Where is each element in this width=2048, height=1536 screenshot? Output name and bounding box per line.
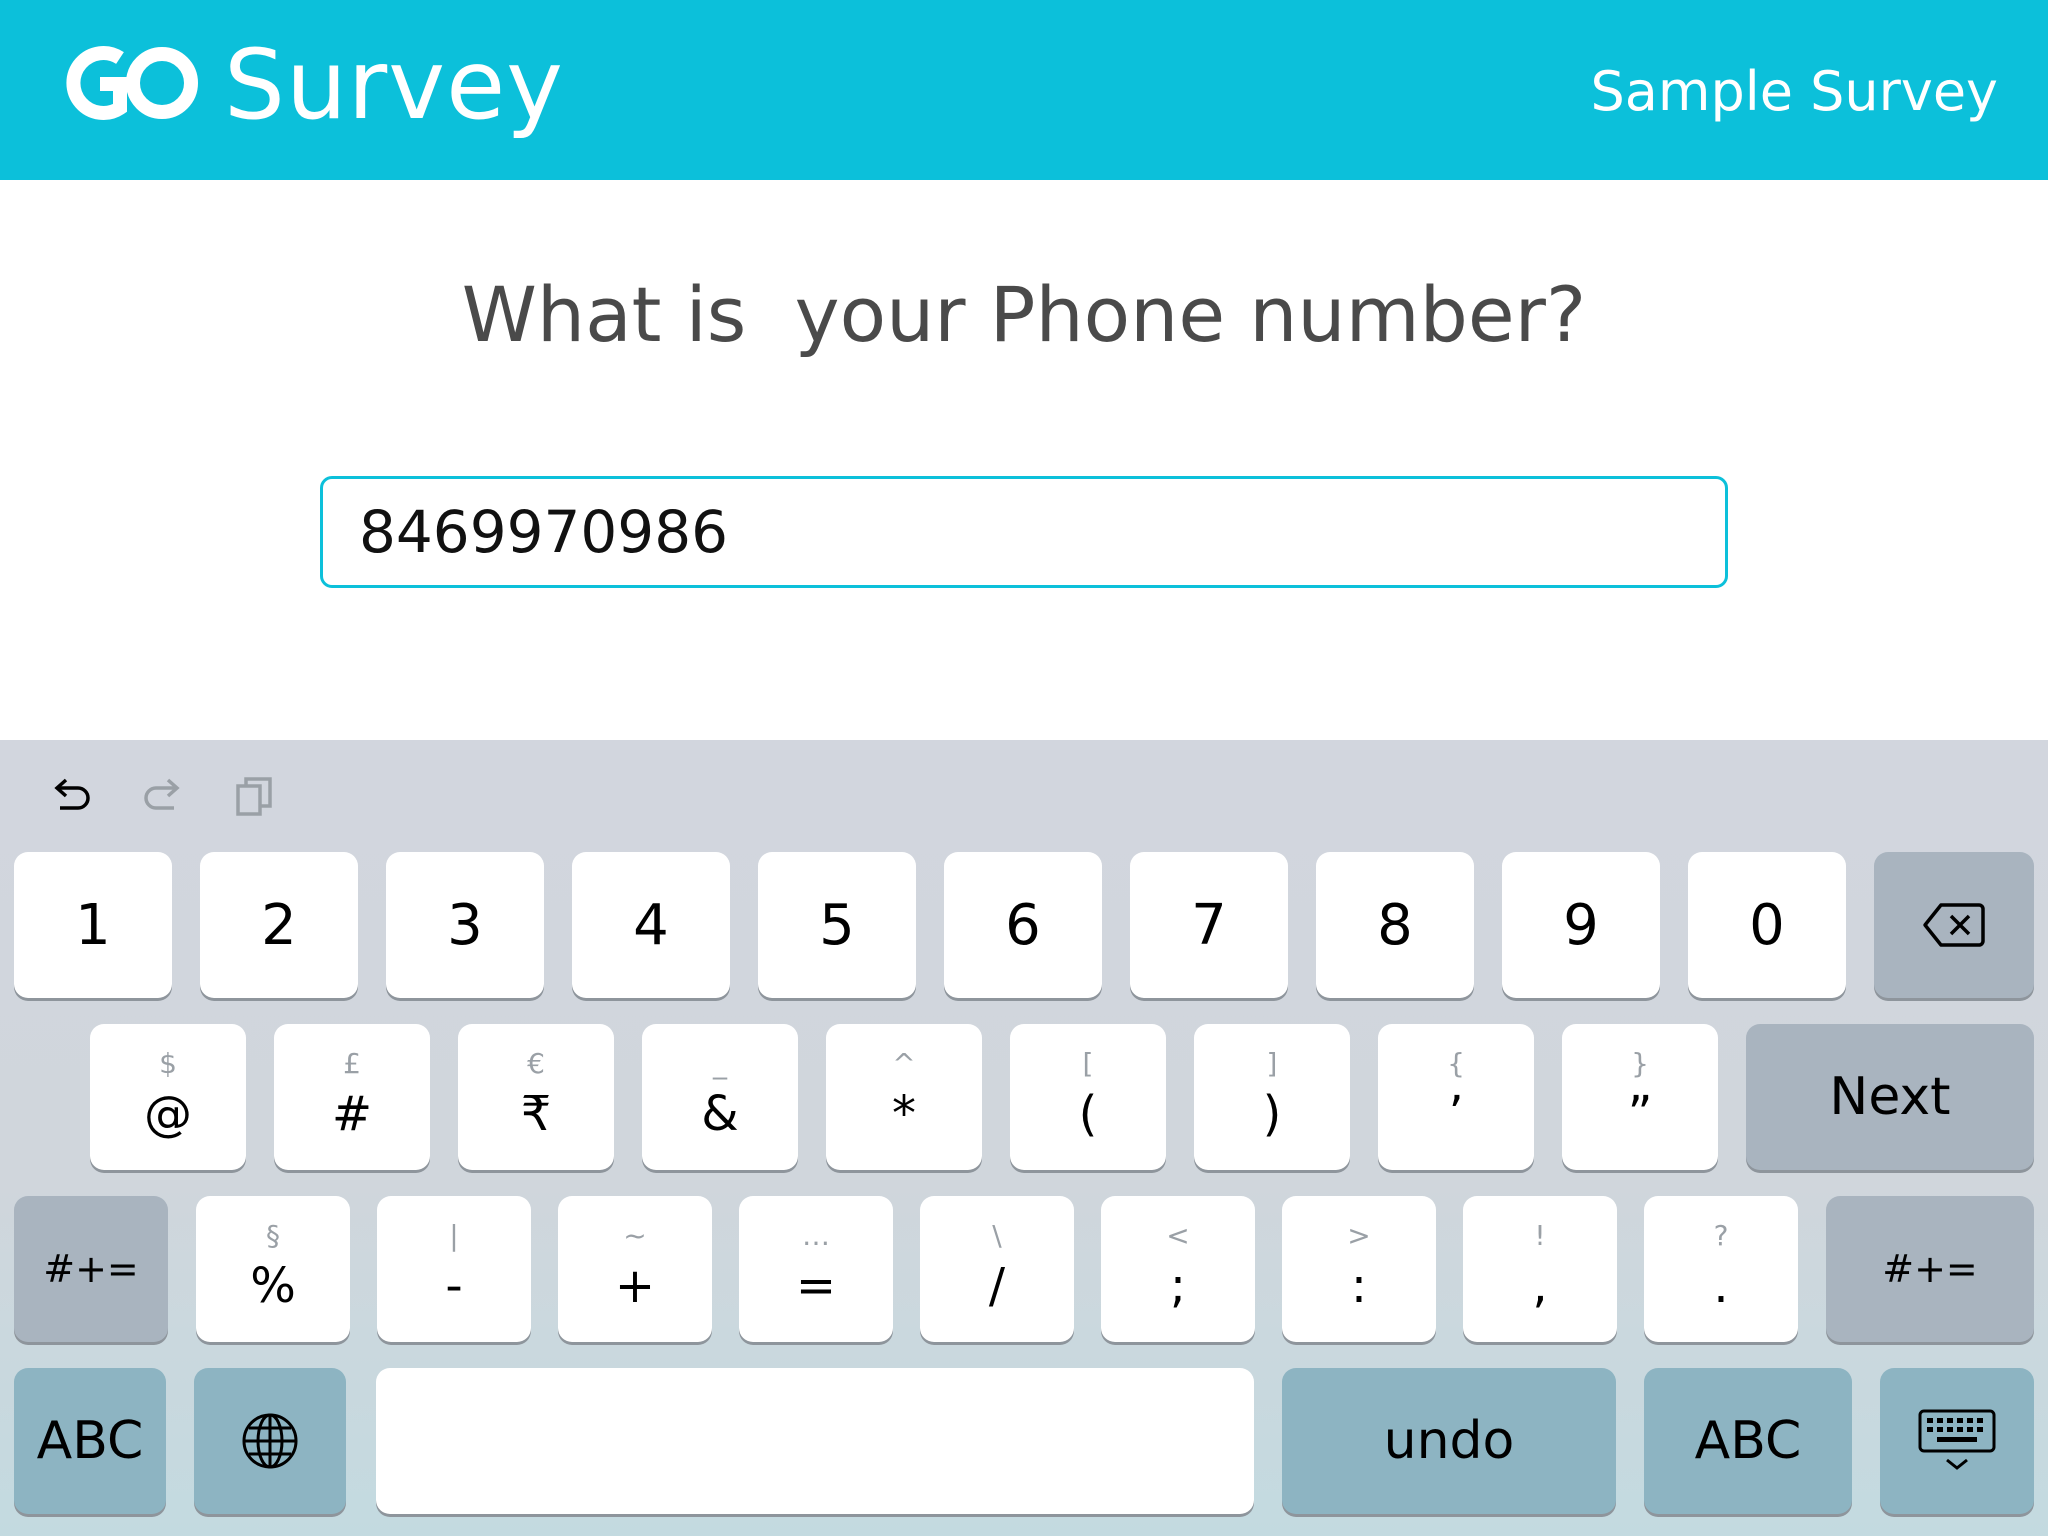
app-title: Survey: [224, 29, 564, 141]
backspace-icon: [1923, 903, 1985, 947]
key-close-paren[interactable]: ]): [1194, 1024, 1350, 1170]
app-header: Survey Sample Survey: [0, 0, 2048, 180]
key-period[interactable]: ?.: [1644, 1196, 1798, 1342]
next-key[interactable]: Next: [1746, 1024, 2034, 1170]
key-9[interactable]: 9: [1502, 852, 1660, 998]
globe-icon: [242, 1413, 298, 1469]
key-ampersand[interactable]: _ &: [642, 1024, 798, 1170]
key-equals[interactable]: … =: [739, 1196, 893, 1342]
undo-key[interactable]: undo: [1282, 1368, 1616, 1514]
key-apostrophe[interactable]: {’: [1378, 1024, 1534, 1170]
key-at[interactable]: $ @: [90, 1024, 246, 1170]
phone-number-input[interactable]: 8469970986: [320, 476, 1728, 588]
key-8[interactable]: 8: [1316, 852, 1474, 998]
key-5[interactable]: 5: [758, 852, 916, 998]
backspace-key[interactable]: [1874, 852, 2034, 998]
on-screen-keyboard: 1 2 3 4 5 6 7 8 9 0 $ @ £ # € ₹ _ & ^ * [( ])…: [0, 740, 2048, 1536]
key-4[interactable]: 4: [572, 852, 730, 998]
key-plus[interactable]: ~ +: [558, 1196, 712, 1342]
keyboard-dismiss-icon: [1918, 1409, 1996, 1470]
key-7[interactable]: 7: [1130, 852, 1288, 998]
key-rupee[interactable]: € ₹: [458, 1024, 614, 1170]
abc-key-right[interactable]: ABC: [1644, 1368, 1852, 1514]
symbols-toggle-right[interactable]: #+=: [1826, 1196, 2034, 1342]
key-hash[interactable]: £ #: [274, 1024, 430, 1170]
key-semicolon[interactable]: <;: [1101, 1196, 1255, 1342]
key-0[interactable]: 0: [1688, 852, 1846, 998]
redo-icon[interactable]: [138, 772, 188, 822]
dismiss-keyboard-key[interactable]: [1880, 1368, 2034, 1514]
key-slash[interactable]: \ /: [920, 1196, 1074, 1342]
key-6[interactable]: 6: [944, 852, 1102, 998]
globe-key[interactable]: [194, 1368, 346, 1514]
key-percent[interactable]: §%: [196, 1196, 350, 1342]
go-logo-icon: [66, 46, 198, 120]
key-asterisk[interactable]: ^ *: [826, 1024, 982, 1170]
survey-name: Sample Survey: [1590, 60, 1998, 123]
key-quote[interactable]: }”: [1562, 1024, 1718, 1170]
key-colon[interactable]: >:: [1282, 1196, 1436, 1342]
space-key[interactable]: [376, 1368, 1254, 1514]
symbols-toggle-left[interactable]: #+=: [14, 1196, 168, 1342]
key-2[interactable]: 2: [200, 852, 358, 998]
key-1[interactable]: 1: [14, 852, 172, 998]
paste-icon[interactable]: [230, 772, 280, 822]
question-text: What is your Phone number?: [461, 270, 1587, 359]
key-open-paren[interactable]: [(: [1010, 1024, 1166, 1170]
undo-icon[interactable]: [46, 772, 96, 822]
key-minus[interactable]: | -: [377, 1196, 531, 1342]
key-comma[interactable]: !,: [1463, 1196, 1617, 1342]
abc-key-left[interactable]: ABC: [14, 1368, 166, 1514]
key-3[interactable]: 3: [386, 852, 544, 998]
